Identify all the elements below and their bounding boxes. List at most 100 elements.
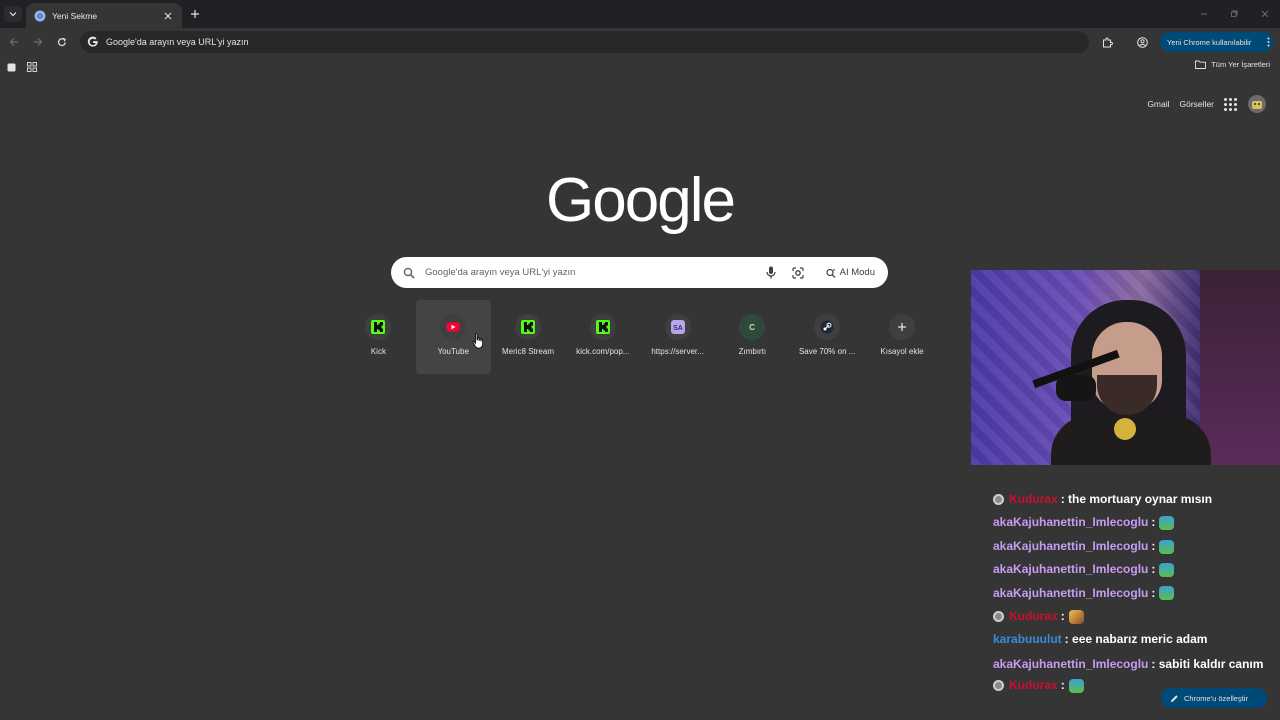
server-icon: SA: [664, 314, 691, 340]
frog-emote-icon: [1068, 678, 1084, 693]
address-bar-text: Google'da arayın veya URL'yi yazın: [106, 37, 249, 47]
steam-icon: [814, 314, 841, 340]
shortcut-tile[interactable]: Meric8 Stream: [491, 300, 566, 374]
chat-text: the mortuary oynar mısın: [1068, 492, 1213, 506]
close-icon: [1261, 10, 1269, 18]
all-bookmarks-button[interactable]: Tüm Yer İşaretleri: [1195, 60, 1270, 69]
chat-username: Kudurax: [1009, 492, 1058, 506]
kick-icon: [589, 314, 616, 340]
plus-icon: [191, 10, 199, 18]
shortcut-tile[interactable]: Kick: [341, 300, 416, 374]
ntp-header-links: Gmail Görseller: [1147, 95, 1266, 113]
chat-message: akaKajuhanettin_Imlecoglu :: [993, 535, 1280, 558]
voice-search-button[interactable]: [764, 266, 778, 280]
shortcut-label: YouTube: [437, 347, 469, 356]
chat-text: eee nabarız meric adam: [1072, 632, 1208, 647]
search-icon: [403, 267, 415, 279]
restore-icon: [1231, 10, 1238, 17]
chat-username: akaKajuhanettin_Imlecoglu: [993, 656, 1149, 671]
webcam-overlay: [971, 270, 1280, 465]
new-tab-button[interactable]: [188, 7, 202, 21]
chrome-update-label: Yeni Chrome kullanılabilir: [1167, 37, 1252, 47]
chat-text: sabiti kaldır canım: [1158, 656, 1264, 671]
frog-emote-icon: [1159, 562, 1175, 577]
svg-text:C: C: [749, 323, 755, 332]
chat-username: Kudurax: [1009, 677, 1058, 692]
forward-button[interactable]: [31, 35, 45, 49]
back-button[interactable]: [7, 35, 21, 49]
address-bar[interactable]: Google'da arayın veya URL'yi yazın: [80, 31, 1089, 53]
shortcut-tile[interactable]: SA https://server...: [640, 300, 715, 374]
chat-message: akaKajuhanettin_Imlecoglu :: [993, 582, 1280, 605]
google-g-icon: [87, 36, 98, 47]
user-badge-icon: [993, 680, 1004, 692]
customize-chrome-label: Chrome'u özelleştir: [1184, 693, 1248, 703]
chat-username: karabuuulut: [993, 632, 1062, 647]
shortcuts-grid: Kick YouTube Meric8 Stream kick.com/pop.…: [341, 300, 939, 374]
chat-username: akaKajuhanettin_Imlecoglu: [993, 585, 1149, 600]
chat-message: akaKajuhanettin_Imlecoglu :: [993, 558, 1280, 581]
profile-button[interactable]: [1136, 36, 1148, 48]
search-box[interactable]: Google'da arayın veya URL'yi yazın AI Mo…: [391, 257, 888, 288]
minimize-button[interactable]: [1198, 8, 1210, 20]
toolbar: Google'da arayın veya URL'yi yazın Yeni …: [0, 28, 1280, 56]
frog-emote-icon: [1159, 539, 1175, 554]
close-icon: [164, 12, 172, 19]
shortcut-label: Kısayol ekle: [880, 347, 924, 356]
kick-icon: [514, 314, 541, 340]
bookmarks-bar: Tüm Yer İşaretleri: [0, 56, 1280, 78]
extensions-button[interactable]: [1101, 36, 1113, 48]
chrome-icon: [34, 10, 46, 21]
avatar[interactable]: [1248, 95, 1266, 113]
add-shortcut-tile[interactable]: Kısayol ekle: [865, 300, 940, 374]
bookmark-app-icon[interactable]: [5, 61, 17, 73]
shortcut-label: https://server...: [651, 347, 704, 356]
maximize-button[interactable]: [1228, 8, 1240, 20]
user-badge-icon: [993, 494, 1004, 506]
face-emote-icon: [1068, 609, 1084, 624]
tab-search-button[interactable]: [4, 6, 22, 22]
puzzle-icon: [1102, 37, 1113, 47]
tab-new-tab[interactable]: Yeni Sekme: [26, 3, 182, 28]
google-logo: Google: [546, 165, 736, 235]
tab-strip: Yeni Sekme: [0, 0, 1280, 28]
close-window-button[interactable]: [1259, 8, 1271, 20]
shortcut-label: Zımbırtı: [738, 347, 767, 356]
ai-mode-label: AI Modu: [839, 267, 875, 278]
minimize-icon: [1201, 13, 1207, 15]
chevron-down-icon: [9, 12, 17, 17]
lens-search-button[interactable]: [791, 266, 805, 280]
google-apps-icon[interactable]: [1222, 96, 1238, 112]
more-vert-icon[interactable]: [1263, 37, 1273, 47]
customize-chrome-button[interactable]: Chrome'u özelleştir: [1161, 688, 1267, 708]
youtube-icon: [440, 314, 467, 340]
chat-message: Kudurax : the mortuary oynar mısın: [993, 488, 1280, 511]
reload-button[interactable]: [55, 35, 69, 49]
shortcut-tile[interactable]: kick.com/pop...: [565, 300, 640, 374]
chat-message: akaKajuhanettin_Imlecoglu :: [993, 511, 1280, 534]
tab-close-button[interactable]: [162, 10, 174, 22]
chrome-update-button[interactable]: Yeni Chrome kullanılabilir: [1160, 32, 1273, 52]
chat-message: Kudurax :: [993, 605, 1280, 628]
stream-chat-overlay: Kudurax : the mortuary oynar mısın akaKa…: [993, 488, 1280, 697]
images-link[interactable]: Görseller: [1180, 99, 1214, 109]
user-badge-icon: [993, 611, 1004, 623]
arrow-left-icon: [9, 38, 18, 46]
search-placeholder: Google'da arayın veya URL'yi yazın: [425, 267, 576, 278]
shortcut-tile[interactable]: Save 70% on ...: [790, 300, 865, 374]
chat-message: karabuuulut : eee nabarız meric adam: [993, 628, 1280, 651]
pencil-icon: [1171, 694, 1178, 702]
frog-emote-icon: [1159, 586, 1175, 601]
gmail-link[interactable]: Gmail: [1147, 99, 1169, 109]
ai-mode-button[interactable]: AI Modu: [818, 262, 883, 284]
shortcut-label: kick.com/pop...: [576, 347, 630, 356]
apps-grid-icon[interactable]: [26, 61, 38, 73]
camera-lens-icon: [792, 266, 804, 279]
shortcut-label: Save 70% on ...: [798, 347, 856, 356]
tab-title: Yeni Sekme: [52, 10, 98, 21]
chat-username: akaKajuhanettin_Imlecoglu: [993, 562, 1149, 577]
shortcut-tile[interactable]: C Zımbırtı: [715, 300, 790, 374]
plus-icon: [888, 314, 915, 340]
sparkle-search-icon: [826, 268, 836, 278]
chat-username: akaKajuhanettin_Imlecoglu: [993, 538, 1149, 553]
